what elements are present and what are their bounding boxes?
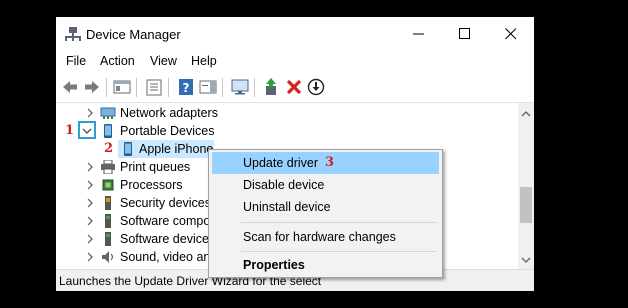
action-pane-icon[interactable] [198,77,218,97]
annotation-step-3: 3 [325,155,335,170]
device-manager-app-icon [64,26,82,42]
chevron-right-icon[interactable] [84,161,96,173]
download-icon[interactable] [306,77,326,97]
console-tree-icon[interactable] [112,77,132,97]
tree-item-label: Portable Devices [120,124,215,138]
menu-help[interactable]: Help [191,54,217,68]
menu-view[interactable]: View [150,54,177,68]
toolbar-separator [222,78,223,97]
maximize-button[interactable] [442,17,488,51]
chevron-right-icon[interactable] [84,233,96,245]
network-adapter-icon [100,106,116,120]
window-title: Device Manager [86,27,181,42]
scroll-down-icon[interactable] [521,253,531,267]
chevron-right-icon[interactable] [84,251,96,263]
menu-item-label: Disable device [243,178,325,192]
tree-item-label: Processors [120,178,183,192]
annotation-step-2: 2 [104,141,114,156]
portable-device-icon [100,124,116,138]
minimize-button[interactable] [396,17,442,51]
sound-icon [100,250,116,264]
toolbar-separator [254,78,255,97]
tree-item-portable-devices[interactable]: 1 Portable Devices [56,121,518,140]
menu-item-properties[interactable]: Properties [212,254,439,276]
toolbar: ? [56,73,534,103]
processor-icon [100,178,116,192]
menu-action[interactable]: Action [100,54,135,68]
software-device-icon [100,232,116,246]
chevron-down-icon[interactable] [81,125,93,137]
forward-arrow-icon[interactable] [82,77,102,97]
printer-icon [100,159,116,175]
chevron-right-icon[interactable] [84,179,96,191]
menu-item-label: Update driver [243,156,319,170]
chevron-right-icon[interactable] [84,107,96,119]
tree-item-label: Network adapters [120,106,218,120]
tree-item-label: Apple iPhone [139,142,214,156]
menu-bar: File Action View Help [56,51,534,73]
annotation-step-1: 1 [65,123,75,138]
chevron-right-icon[interactable] [84,215,96,227]
software-component-icon [100,214,116,228]
tree-item-label: Software compo [120,214,211,228]
title-bar[interactable]: Device Manager [56,17,534,51]
menu-item-label: Scan for hardware changes [243,230,396,244]
menu-separator [241,251,437,252]
scroll-up-icon[interactable] [521,107,531,121]
update-driver-icon[interactable] [262,77,282,97]
scroll-thumb[interactable] [520,187,532,223]
tree-item-label: Software devices [120,232,216,246]
tree-item-label: Security devices [120,196,212,210]
menu-file[interactable]: File [66,54,86,68]
menu-separator [241,222,437,223]
menu-item-label: Uninstall device [243,200,331,214]
close-button[interactable] [488,17,534,51]
menu-item-label: Properties [243,258,305,272]
toolbar-separator [106,78,107,97]
vertical-scrollbar[interactable] [518,103,534,269]
help-icon[interactable]: ? [176,77,196,97]
tree-item-network-adapters[interactable]: Network adapters [56,104,518,122]
toolbar-separator [168,78,169,97]
uninstall-icon[interactable] [284,77,304,97]
security-device-icon [100,196,116,210]
menu-item-scan-hardware[interactable]: Scan for hardware changes [212,226,439,248]
svg-text:?: ? [183,81,190,95]
back-arrow-icon[interactable] [60,77,80,97]
monitor-icon[interactable] [230,77,250,97]
toolbar-separator [136,78,137,97]
context-menu: Update driver 3 Disable device Uninstall… [208,149,443,278]
menu-item-disable-device[interactable]: Disable device [212,174,439,196]
menu-item-uninstall-device[interactable]: Uninstall device [212,196,439,218]
phone-icon [120,142,136,156]
menu-item-update-driver[interactable]: Update driver 3 [212,152,439,174]
chevron-right-icon[interactable] [84,197,96,209]
tree-item-label: Print queues [120,160,191,174]
properties-icon[interactable] [144,77,164,97]
tree-item-label: Sound, video and [120,250,218,264]
